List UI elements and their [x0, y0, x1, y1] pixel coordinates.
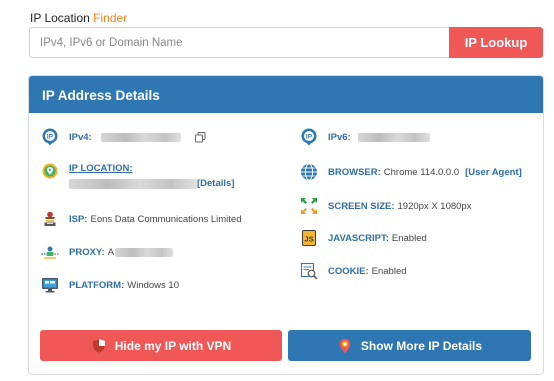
platform-row: PLATFORM: Windows 10	[41, 276, 179, 294]
copy-icon[interactable]	[194, 131, 206, 143]
proxy-label: PROXY:	[69, 246, 105, 258]
browser-label: BROWSER:	[328, 166, 381, 178]
user-agent-link[interactable]: [User Agent]	[465, 167, 522, 178]
ip-search-input[interactable]	[29, 27, 449, 58]
map-pin-icon	[41, 163, 59, 181]
ipv6-value-redacted	[357, 132, 430, 142]
javascript-icon: JS	[300, 229, 318, 247]
proxy-value-prefix: A	[107, 246, 115, 258]
screen-size-value: 1920px X 1080px	[397, 200, 472, 212]
show-more-ip-details-button[interactable]: Show More IP Details	[288, 330, 531, 361]
screen-size-row: SCREEN SIZE: 1920px X 1080px	[300, 197, 471, 215]
isp-value: Eons Data Communications Limited	[90, 213, 242, 225]
javascript-label: JAVASCRIPT:	[328, 232, 389, 244]
svg-text:IP: IP	[306, 134, 313, 141]
cookie-value: Enabled	[371, 265, 407, 277]
hide-ip-vpn-button[interactable]: Hide my IP with VPN	[40, 330, 282, 361]
platform-value: Windows 10	[127, 279, 179, 291]
ipv4-label: IPv4:	[69, 131, 92, 143]
ip-badge-icon: IP	[300, 128, 318, 146]
show-more-ip-details-label: Show More IP Details	[360, 338, 483, 353]
platform-monitor-icon	[41, 276, 59, 294]
resize-arrows-icon	[300, 197, 318, 215]
svg-text:JS: JS	[304, 235, 313, 244]
javascript-value: Enabled	[391, 232, 427, 244]
ipv4-value-redacted	[100, 132, 181, 142]
finder-title-accent: Finder	[93, 11, 128, 25]
cookie-label: COOKIE:	[328, 265, 369, 277]
location-details-link[interactable]: [Details]	[197, 178, 234, 189]
ip-location-row: IP LOCATION: [Details]	[41, 163, 234, 189]
platform-label: PLATFORM:	[69, 279, 125, 291]
proxy-value-redacted	[115, 247, 174, 257]
ip-details-card: IP Address Details IP IPv4: IP IPv6: IP …	[28, 75, 544, 375]
isp-row: ISP: Eons Data Communications Limited	[41, 210, 242, 228]
location-pin-icon	[337, 338, 353, 354]
proxy-network-icon	[41, 243, 59, 261]
javascript-row: JS JAVASCRIPT: Enabled	[300, 229, 427, 247]
ip-location-label[interactable]: IP LOCATION:	[69, 163, 234, 174]
ip-details-header: IP Address Details	[29, 76, 543, 113]
ip-location-value-redacted	[69, 178, 197, 189]
cookie-icon	[300, 262, 318, 280]
isp-tower-icon	[41, 210, 59, 228]
ip-badge-icon: IP	[41, 128, 59, 146]
lookup-row: IP Lookup	[29, 27, 543, 58]
shield-icon	[91, 338, 107, 354]
globe-icon	[300, 163, 318, 181]
browser-value: Chrome 114.0.0.0	[383, 166, 460, 178]
screen-size-label: SCREEN SIZE:	[328, 200, 395, 212]
ipv6-label: IPv6:	[328, 131, 351, 143]
ipv4-row: IP IPv4:	[41, 128, 206, 146]
finder-title-prefix: IP Location	[30, 11, 90, 25]
ipv6-row: IP IPv6:	[300, 128, 430, 146]
cookie-row: COOKIE: Enabled	[300, 262, 407, 280]
isp-label: ISP:	[69, 213, 88, 225]
svg-text:IP: IP	[47, 134, 54, 141]
browser-row: BROWSER: Chrome 114.0.0.0 [User Agent]	[300, 163, 522, 181]
proxy-row: PROXY: A	[41, 243, 174, 261]
hide-ip-vpn-label: Hide my IP with VPN	[114, 338, 232, 353]
finder-title: IP Location Finder	[30, 11, 127, 25]
ip-lookup-button[interactable]: IP Lookup	[449, 27, 543, 58]
